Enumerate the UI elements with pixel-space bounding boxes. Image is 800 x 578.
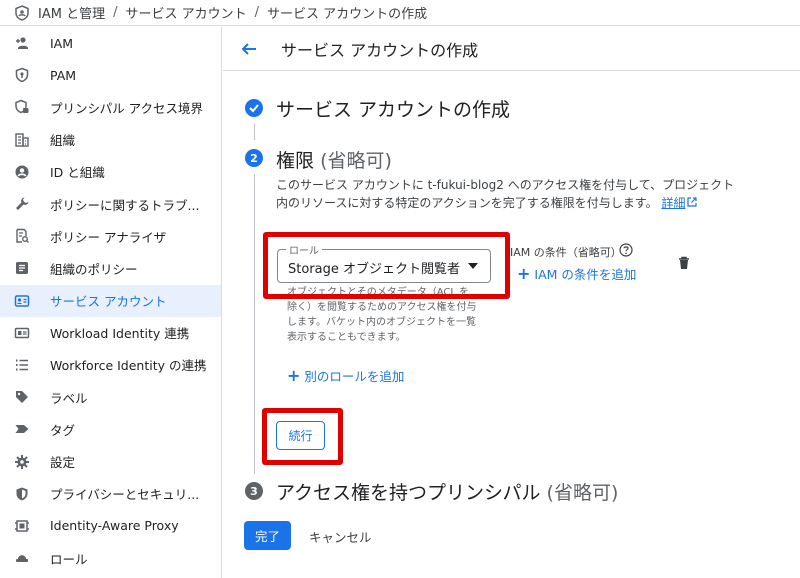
- back-arrow-icon[interactable]: [237, 37, 261, 61]
- step3-optional: (省略可): [546, 482, 619, 504]
- highlight-box-role: [263, 232, 510, 299]
- role-hat-icon: [14, 550, 30, 566]
- step2-title: 権限 (省略可): [276, 146, 392, 173]
- wrench-icon: [14, 196, 30, 212]
- sidebar-item-organization[interactable]: 組織: [0, 124, 221, 156]
- step3-title[interactable]: アクセス権を持つプリンシパル (省略可): [276, 478, 618, 505]
- help-icon[interactable]: [619, 243, 633, 257]
- add-iam-condition-button[interactable]: + IAM の条件を追加: [517, 264, 636, 283]
- sidebar-item-label: ポリシー アナライザ: [50, 229, 167, 245]
- sidebar-item-labels[interactable]: ラベル: [0, 381, 221, 413]
- breadcrumb-item-iam[interactable]: IAM と管理: [38, 3, 105, 22]
- sidebar-item-principal-access-boundary[interactable]: プリンシパル アクセス境界: [0, 91, 221, 123]
- iam-condition-label: IAM の条件（省略可）: [510, 246, 622, 259]
- sidebar-item-policy-troubleshooter[interactable]: ポリシーに関するトラブ...: [0, 188, 221, 220]
- id-card-icon: [14, 325, 30, 341]
- sidebar-item-label: タグ: [50, 422, 76, 438]
- sidebar-item-label: Workforce Identity の連携: [50, 358, 207, 374]
- list-icon: [14, 357, 30, 373]
- add-another-role-button[interactable]: + 別のロールを追加: [287, 366, 404, 385]
- sidebar-item-label: 設定: [50, 455, 76, 471]
- sidebar-item-identity-aware-proxy[interactable]: Identity-Aware Proxy: [0, 510, 221, 542]
- sidebar-item-label: サービス アカウント: [50, 294, 167, 310]
- breadcrumb-separator: /: [113, 5, 118, 20]
- iam-shield-icon: [14, 4, 30, 21]
- delete-icon[interactable]: [676, 255, 692, 271]
- sidebar-item-service-accounts[interactable]: サービス アカウント: [0, 284, 221, 317]
- step-complete-check-icon: [245, 99, 263, 117]
- page-header: サービス アカウントの作成: [223, 27, 800, 71]
- proxy-icon: [14, 518, 30, 534]
- sidebar-item-label: 組織: [50, 133, 76, 149]
- domain-icon: [14, 132, 30, 148]
- sidebar-item-tags[interactable]: タグ: [0, 413, 221, 445]
- sidebar-item-policy-analyzer[interactable]: ポリシー アナライザ: [0, 220, 221, 252]
- breadcrumb-item-create: サービス アカウントの作成: [267, 7, 428, 22]
- shield-key-icon: [14, 67, 30, 83]
- sidebar-item-label: IAM: [50, 35, 74, 51]
- sidebar-item-workload-identity[interactable]: Workload Identity 連携: [0, 317, 221, 349]
- sidebar-item-workforce-identity[interactable]: Workforce Identity の連携: [0, 349, 221, 381]
- sidebar: IAM PAM プリンシパル アクセス境界 組織 ID と組織 ポリシーに関する…: [0, 27, 222, 578]
- step1-title[interactable]: サービス アカウントの作成: [276, 95, 510, 122]
- sidebar-item-org-policies[interactable]: 組織のポリシー: [0, 252, 221, 284]
- sidebar-item-label: ポリシーに関するトラブ...: [50, 197, 200, 213]
- sidebar-item-iam[interactable]: IAM: [0, 27, 221, 59]
- sidebar-item-privacy-security[interactable]: プライバシーとセキュリ...: [0, 478, 221, 510]
- list-alt-icon: [14, 260, 30, 276]
- sidebar-item-label: 組織のポリシー: [50, 261, 138, 277]
- sidebar-item-label: PAM: [50, 67, 77, 83]
- sidebar-item-label: Workload Identity 連携: [50, 326, 190, 342]
- gear-icon: [14, 454, 30, 470]
- sidebar-item-label: プライバシーとセキュリ...: [50, 487, 200, 503]
- plus-icon: +: [287, 366, 301, 385]
- account-circle-icon: [14, 164, 30, 180]
- highlight-box-continue: [262, 408, 343, 465]
- person-add-icon: [14, 35, 30, 51]
- shield-lock-icon: [14, 99, 30, 115]
- done-button[interactable]: 完了: [244, 521, 291, 550]
- open-in-new-icon: [687, 197, 698, 207]
- learn-more-link[interactable]: 詳細: [661, 196, 698, 210]
- sidebar-item-id-org[interactable]: ID と組織: [0, 156, 221, 188]
- sidebar-item-roles[interactable]: ロール: [0, 542, 221, 574]
- step2-title-text: 権限: [276, 150, 315, 172]
- shield-icon: [14, 486, 30, 502]
- page-title: サービス アカウントの作成: [281, 40, 479, 60]
- step2-optional: (省略可): [320, 150, 392, 172]
- sidebar-item-label: プリンシパル アクセス境界: [50, 100, 203, 116]
- step-connector: [254, 174, 255, 474]
- main-content: サービス アカウントの作成 2 権限 (省略可) このサービス アカウントに t…: [223, 72, 800, 578]
- sidebar-item-label: Identity-Aware Proxy: [50, 518, 179, 534]
- service-account-icon: [14, 293, 30, 309]
- plus-icon: +: [517, 264, 531, 283]
- breadcrumb-separator: /: [254, 5, 259, 20]
- breadcrumb-item-service-accounts[interactable]: サービス アカウント: [125, 3, 246, 22]
- step3-badge: 3: [245, 482, 263, 500]
- policy-analyzer-icon: [14, 228, 30, 244]
- step2-description: このサービス アカウントに t-fukui-blog2 へのアクセス権を付与して…: [276, 176, 736, 212]
- sidebar-item-pam[interactable]: PAM: [0, 59, 221, 91]
- step-connector: [254, 124, 255, 140]
- step3-title-text: アクセス権を持つプリンシパル: [276, 482, 541, 504]
- label-icon: [14, 389, 30, 405]
- sidebar-item-label: ロール: [50, 551, 88, 567]
- sidebar-item-label: ID と組織: [50, 165, 105, 181]
- sidebar-item-settings[interactable]: 設定: [0, 445, 221, 477]
- breadcrumb: IAM と管理 / サービス アカウント / サービス アカウントの作成: [0, 0, 800, 26]
- sidebar-item-label: ラベル: [50, 390, 88, 406]
- step2-badge: 2: [245, 149, 263, 167]
- tag-icon: [14, 421, 30, 437]
- cancel-button[interactable]: キャンセル: [309, 527, 372, 546]
